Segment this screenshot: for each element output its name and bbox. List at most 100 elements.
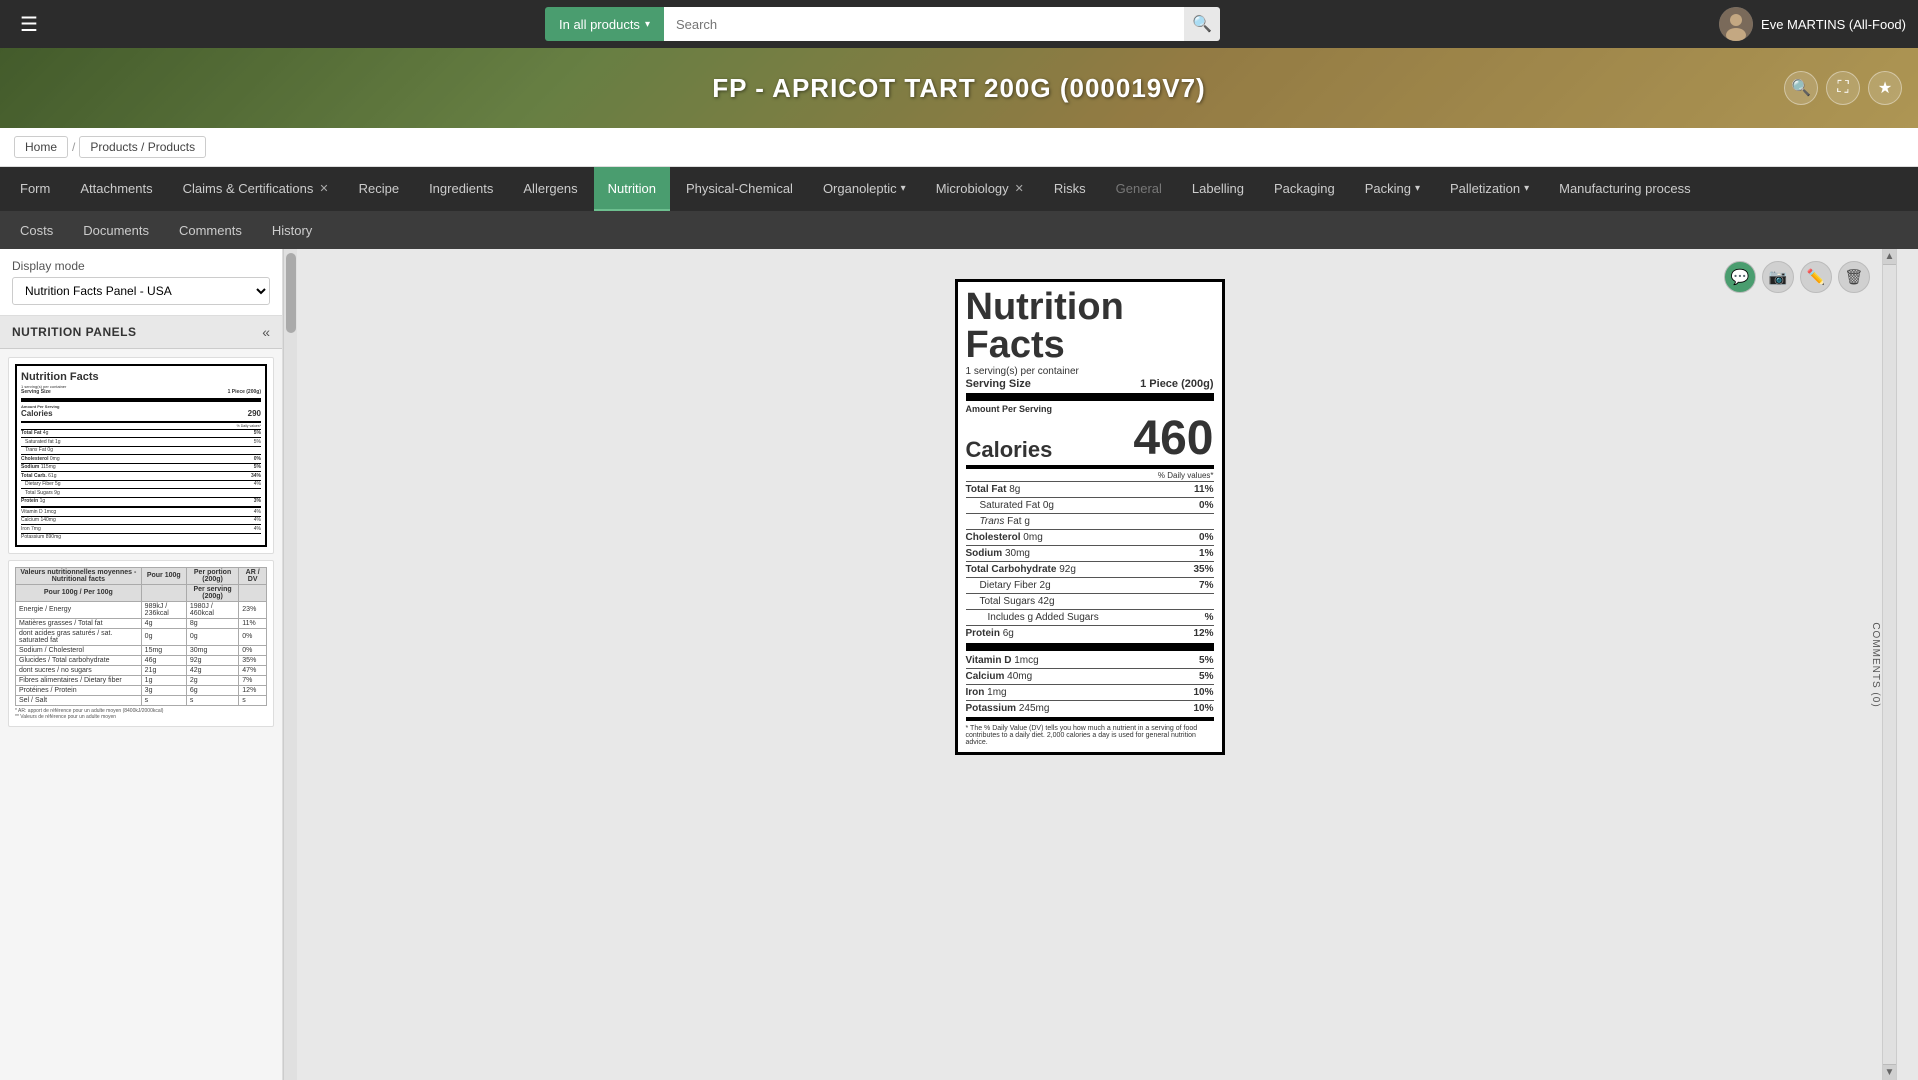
scroll-down-btn[interactable]: ▼: [1883, 1064, 1896, 1080]
breadcrumb-home[interactable]: Home: [14, 136, 68, 158]
nf-med-line-2: [966, 717, 1214, 721]
tab-risks[interactable]: Risks: [1040, 167, 1100, 211]
nf-potassium-pct: 10%: [1193, 703, 1213, 714]
nf-sat-fat-label: Saturated Fat 0g: [980, 500, 1055, 511]
tab-microbiology[interactable]: Microbiology ✕: [922, 167, 1038, 211]
breadcrumb-current: Products / Products: [79, 136, 206, 158]
tab-manufacturing[interactable]: Manufacturing process: [1545, 167, 1705, 211]
tab-nutrition[interactable]: Nutrition: [594, 167, 670, 211]
nf-servings: 1 serving(s) per container: [966, 366, 1214, 377]
nf-calories-value: 460: [1133, 415, 1213, 463]
nf-serving-size-label: Serving Size: [966, 378, 1031, 390]
nf-cholesterol-label: Cholesterol 0mg: [966, 532, 1043, 543]
nf-med-line-1: [966, 465, 1214, 469]
hero-expand-btn[interactable]: ⛶: [1826, 71, 1860, 105]
french-nutrition-table: Valeurs nutritionnelles moyennes - Nutri…: [15, 567, 267, 706]
nf-serving-size-value: 1 Piece (200g): [1140, 378, 1213, 390]
tab-general[interactable]: General: [1102, 167, 1176, 211]
tab-form[interactable]: Form: [6, 167, 64, 211]
tab-ingredients[interactable]: Ingredients: [415, 167, 507, 211]
nf-calories-row: Calories 460: [966, 415, 1214, 463]
hero-star-btn[interactable]: ★: [1868, 71, 1902, 105]
delete-toolbar-btn[interactable]: 🗑: [1838, 261, 1870, 293]
right-scrollbar[interactable]: ▲ ▼: [1882, 249, 1896, 1080]
nf-trans-fat-label: Trans Fat g: [980, 516, 1030, 527]
nf-calcium-label: Calcium 40mg: [966, 671, 1033, 682]
panel-thumbnail-usa[interactable]: Nutrition Facts 1 serving(s) per contain…: [8, 357, 274, 554]
nf-total-carb-pct: 35%: [1193, 564, 1213, 575]
tab2-documents[interactable]: Documents: [69, 211, 163, 249]
avatar: [1719, 7, 1753, 41]
display-mode-select[interactable]: Nutrition Facts Panel - USA European Nut…: [12, 277, 270, 305]
tab-organoleptic-arrow: ▾: [901, 183, 906, 194]
nf-total-fat-pct: 11%: [1194, 484, 1213, 495]
tab2-costs[interactable]: Costs: [6, 211, 67, 249]
tab2-history[interactable]: History: [258, 211, 326, 249]
nf-potassium-label: Potassium 245mg: [966, 703, 1050, 714]
user-menu[interactable]: Eve MARTINS (All-Food): [1719, 7, 1906, 41]
nf-row-total-fat: Total Fat 8g 11%: [966, 483, 1214, 496]
nutrition-facts-panel: Nutrition Facts 1 serving(s) per contain…: [955, 279, 1225, 755]
left-panel: Display mode Nutrition Facts Panel - USA…: [0, 249, 283, 1080]
camera-toolbar-btn[interactable]: 📷: [1762, 261, 1794, 293]
nf-row-total-carb: Total Carbohydrate 92g 35%: [966, 563, 1214, 576]
topbar: ☰ In all products ▾ 🔍 Eve MARTINS (All-F…: [0, 0, 1918, 48]
nf-calories-label: Calories: [966, 437, 1053, 463]
panel-thumbnail-french[interactable]: Valeurs nutritionnelles moyennes - Nutri…: [8, 560, 274, 727]
display-mode-area: Display mode Nutrition Facts Panel - USA…: [0, 249, 282, 316]
search-button[interactable]: 🔍: [1184, 7, 1220, 41]
nf-row-dietary-fiber: Dietary Fiber 2g 7%: [966, 579, 1214, 592]
collapse-panels-button[interactable]: «: [262, 324, 270, 340]
nf-vitamin-d-label: Vitamin D 1mcg: [966, 655, 1039, 666]
scroll-thumb[interactable]: [286, 253, 296, 333]
center-toolbar: 💬 📷 ✏️ 🗑: [1724, 261, 1870, 293]
left-panel-scrollbar[interactable]: [283, 249, 297, 1080]
hero-search-btn[interactable]: 🔍: [1784, 71, 1818, 105]
nutrition-panels-title: NUTRITION PANELS: [12, 325, 136, 339]
tab-bar-primary: Form Attachments Claims & Certifications…: [0, 167, 1918, 211]
nf-dietary-fiber-label: Dietary Fiber 2g: [980, 580, 1051, 591]
tab-palletization[interactable]: Palletization ▾: [1436, 167, 1543, 211]
tab-recipe[interactable]: Recipe: [345, 167, 413, 211]
nf-sodium-pct: 1%: [1199, 548, 1213, 559]
nutrition-panels-header: NUTRITION PANELS «: [0, 316, 282, 349]
nf-row-added-sugars: Includes g Added Sugars %: [966, 611, 1214, 624]
mini-nf-panel: Nutrition Facts 1 serving(s) per contain…: [15, 364, 267, 547]
comment-toolbar-btn[interactable]: 💬: [1724, 261, 1756, 293]
panel-thumbnails: Nutrition Facts 1 serving(s) per contain…: [0, 349, 282, 1080]
filter-button[interactable]: In all products ▾: [545, 7, 664, 41]
tab-allergens[interactable]: Allergens: [509, 167, 591, 211]
comments-panel: COMMENTS (0): [1896, 249, 1918, 1080]
search-area: In all products ▾ 🔍: [56, 7, 1709, 41]
breadcrumb: Home / Products / Products: [0, 128, 1918, 167]
tab-microbiology-close[interactable]: ✕: [1015, 182, 1024, 195]
tab-claims[interactable]: Claims & Certifications ✕: [169, 167, 343, 211]
tab-packing[interactable]: Packing ▾: [1351, 167, 1434, 211]
nf-row-cholesterol: Cholesterol 0mg 0%: [966, 531, 1214, 544]
nf-title: Nutrition Facts: [966, 288, 1214, 364]
hero-banner: FP - APRICOT TART 200G (000019V7) 🔍 ⛶ ★: [0, 48, 1918, 128]
hamburger-menu[interactable]: ☰: [12, 8, 46, 41]
tab-palletization-arrow: ▾: [1524, 183, 1529, 194]
nf-dv-header: % Daily values*: [966, 471, 1214, 480]
tab-claims-close[interactable]: ✕: [319, 182, 328, 195]
tab-packaging[interactable]: Packaging: [1260, 167, 1349, 211]
scroll-up-btn[interactable]: ▲: [1883, 249, 1896, 265]
nf-footnote: * The % Daily Value (DV) tells you how m…: [966, 725, 1214, 746]
tab2-comments[interactable]: Comments: [165, 211, 256, 249]
comments-tab-label: COMMENTS (0): [1870, 622, 1881, 707]
nf-cholesterol-pct: 0%: [1199, 532, 1213, 543]
search-input[interactable]: [664, 7, 1184, 41]
tab-organoleptic[interactable]: Organoleptic ▾: [809, 167, 920, 211]
nf-protein-label: Protein 6g: [966, 628, 1014, 639]
tab-physical[interactable]: Physical-Chemical: [672, 167, 807, 211]
nf-thick-line-2: [966, 643, 1214, 651]
nf-vitamin-d-pct: 5%: [1199, 655, 1213, 666]
tab-labelling[interactable]: Labelling: [1178, 167, 1258, 211]
tab-attachments[interactable]: Attachments: [66, 167, 166, 211]
nf-row-sodium: Sodium 30mg 1%: [966, 547, 1214, 560]
filter-arrow-icon: ▾: [645, 19, 650, 30]
nf-iron-label: Iron 1mg: [966, 687, 1007, 698]
nf-total-carb-label: Total Carbohydrate 92g: [966, 564, 1076, 575]
edit-toolbar-btn[interactable]: ✏️: [1800, 261, 1832, 293]
